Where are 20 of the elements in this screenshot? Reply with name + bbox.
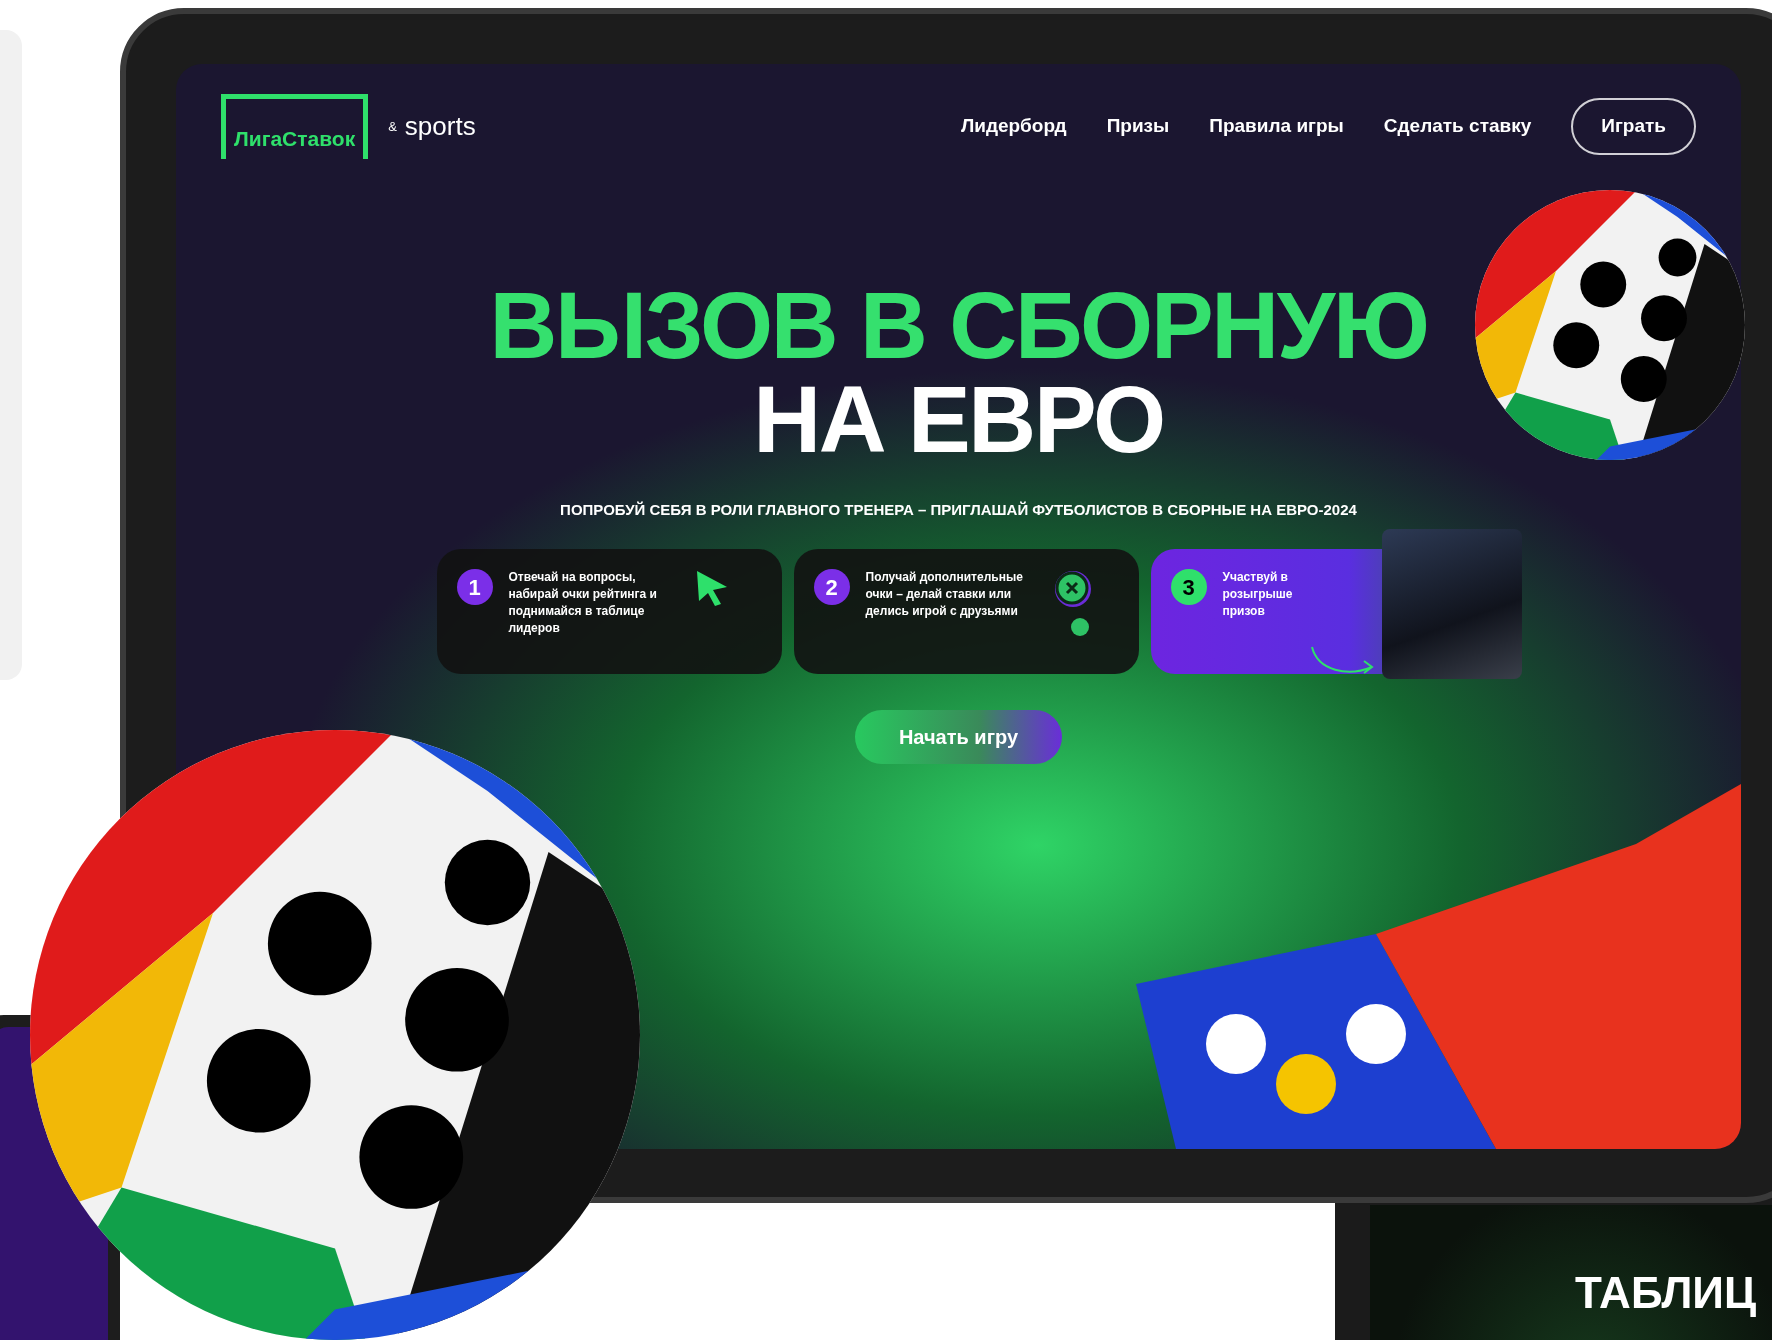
step-text: Отвечай на вопросы, набирай очки рейтинга и поднимайся в таблице лидеров (508, 569, 658, 637)
nav-link[interactable]: Лидерборд (960, 112, 1067, 141)
play-button[interactable]: Играть (1571, 98, 1696, 155)
section-heading: ТАБЛИЦ (1575, 1268, 1757, 1317)
subtitle: ПОПРОБУЙ СЕБЯ В РОЛИ ГЛАВНОГО ТРЕНЕРА – ПРИГЛАШАЙ ФУТБОЛИСТОВ В СБОРНЫЕ НА ЕВРО-2024 (560, 499, 1357, 520)
nav-link[interactable]: Сделать ставку (1383, 112, 1532, 141)
step-text: Получай дополнительные очки – делай ставки или делись игрой с друзьями (865, 569, 1024, 620)
nav-link[interactable]: Правила игры (1209, 112, 1344, 141)
headline: НА ЕВРО (753, 372, 1164, 467)
ampersand: & (388, 117, 397, 136)
headline: ВЫЗОВ В СБОРНУЮ (489, 278, 1428, 373)
nav-link[interactable]: Призы (1106, 112, 1170, 141)
step-number: 3 (1170, 569, 1207, 605)
logo[interactable]: ЛигаСтавок (221, 94, 369, 159)
step-number: 1 (456, 569, 493, 605)
step-text: Участвуй в розыгрыше призов (1222, 569, 1293, 620)
partner-logo: sports (404, 109, 476, 143)
cursor-icon (694, 569, 729, 607)
start-game-button[interactable]: Начать игру (854, 710, 1063, 764)
step-number: 2 (813, 569, 850, 605)
